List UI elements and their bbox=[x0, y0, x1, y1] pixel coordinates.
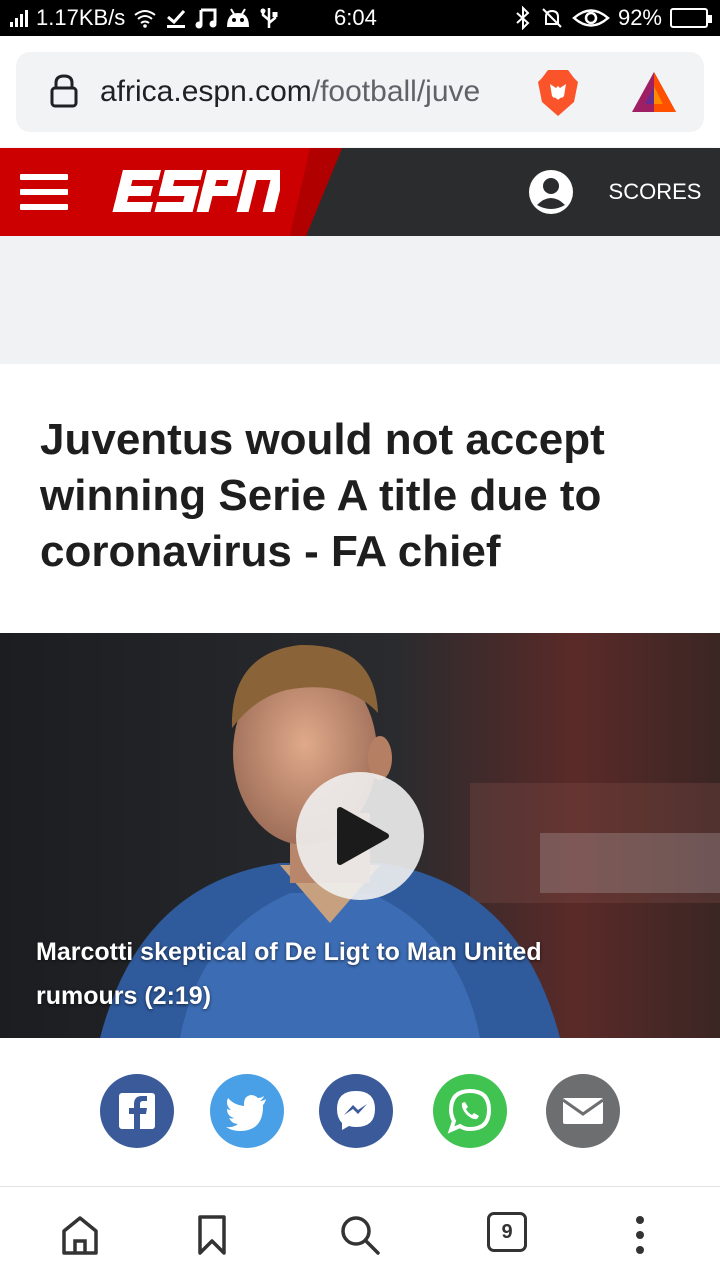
music-icon bbox=[195, 8, 217, 29]
espn-logo[interactable] bbox=[110, 166, 280, 216]
clock: 6:04 bbox=[334, 5, 377, 30]
usb-icon bbox=[260, 8, 278, 28]
whatsapp-icon bbox=[447, 1088, 492, 1134]
bell-off-icon bbox=[542, 8, 562, 28]
eye-icon bbox=[572, 9, 610, 27]
article-headline: Juventus would not accept winning Serie … bbox=[40, 415, 605, 576]
status-bar: 1.17KB/s 6:04 92% bbox=[0, 0, 720, 36]
brave-shields-icon[interactable] bbox=[534, 68, 582, 118]
messenger-share-button[interactable] bbox=[319, 1074, 393, 1148]
ad-placeholder bbox=[0, 236, 720, 364]
url-host: africa.espn.com bbox=[100, 75, 312, 108]
menu-icon[interactable] bbox=[20, 174, 68, 210]
status-right: 92% bbox=[514, 0, 712, 36]
tab-count: 9 bbox=[501, 1221, 513, 1243]
bookmark-icon[interactable] bbox=[188, 1211, 236, 1259]
signal-icon bbox=[10, 9, 28, 27]
scores-link[interactable]: SCORES bbox=[600, 148, 710, 236]
android-icon bbox=[227, 8, 250, 27]
more-icon[interactable] bbox=[616, 1211, 664, 1259]
play-button[interactable] bbox=[296, 772, 424, 900]
bluetooth-icon bbox=[516, 6, 530, 30]
download-done-icon bbox=[167, 9, 186, 28]
url-path: /football/juve bbox=[311, 75, 481, 108]
bat-rewards-icon[interactable] bbox=[630, 70, 678, 114]
battery-icon bbox=[670, 8, 712, 28]
twitter-share-button[interactable] bbox=[210, 1074, 284, 1148]
site-header: SCORES bbox=[0, 148, 720, 236]
play-icon bbox=[337, 807, 389, 865]
battery-percent: 92% bbox=[617, 5, 662, 30]
wifi-icon bbox=[134, 10, 156, 28]
bottom-toolbar bbox=[0, 1186, 720, 1280]
user-account-icon[interactable] bbox=[528, 169, 574, 215]
tabs-icon[interactable]: 9 bbox=[487, 1212, 527, 1252]
url-text[interactable]: africa.espn.com/football/juve bbox=[100, 72, 530, 112]
email-share-button[interactable] bbox=[546, 1074, 620, 1148]
messenger-icon bbox=[337, 1091, 375, 1130]
home-icon[interactable] bbox=[56, 1211, 104, 1259]
search-icon[interactable] bbox=[336, 1211, 384, 1259]
lock-icon[interactable] bbox=[50, 74, 78, 108]
facebook-share-button[interactable] bbox=[100, 1074, 174, 1148]
status-left: 1.17KB/s bbox=[10, 0, 279, 36]
network-speed: 1.17KB/s bbox=[36, 5, 126, 30]
whatsapp-share-button[interactable] bbox=[433, 1074, 507, 1148]
email-icon bbox=[562, 1098, 604, 1124]
address-bar[interactable]: africa.espn.com/football/juve bbox=[16, 52, 704, 132]
twitter-icon bbox=[226, 1095, 266, 1131]
facebook-icon bbox=[119, 1093, 155, 1129]
video-caption[interactable]: Marcotti skeptical of De Ligt to Man Uni… bbox=[36, 930, 636, 1018]
browser-toolbar: africa.espn.com/football/juve bbox=[0, 36, 720, 148]
